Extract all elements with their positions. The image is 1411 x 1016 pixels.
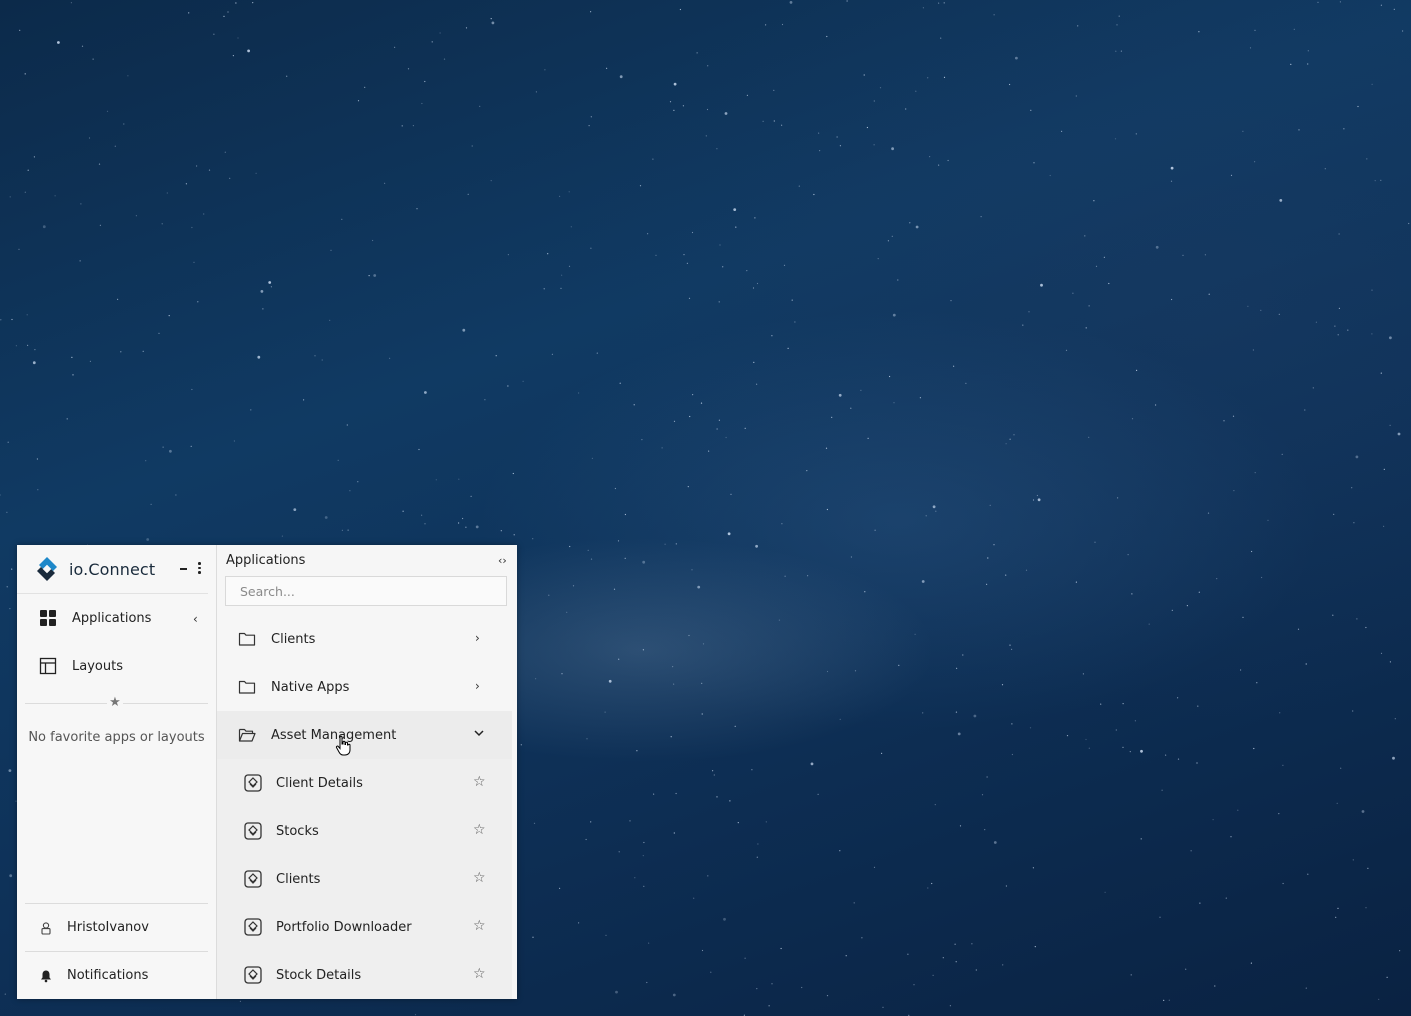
left-sidebar: io.Connect Applications ‹ Layouts ★ No f… <box>17 545 217 999</box>
io-connect-logo-icon <box>37 557 57 581</box>
folder-icon <box>238 632 256 646</box>
more-menu-button[interactable] <box>195 561 203 575</box>
chevron-down-icon <box>474 730 484 737</box>
favorites-divider: ★ <box>25 690 208 718</box>
app-icon <box>244 774 262 792</box>
favorite-star-icon[interactable]: ☆ <box>473 966 486 982</box>
user-profile-button[interactable]: HristoIvanov <box>25 903 208 951</box>
chevron-right-icon: › <box>475 679 480 693</box>
app-stocks[interactable]: Stocks ☆ <box>217 807 512 855</box>
app-icon <box>244 966 262 984</box>
folder-open-icon <box>238 728 256 742</box>
nav-layouts[interactable]: Layouts <box>17 642 216 690</box>
folder-label: Native Apps <box>271 679 350 695</box>
app-icon <box>244 870 262 888</box>
app-label: Stock Details <box>276 967 362 983</box>
applications-panel: Applications ‹› Clients › Native Apps › <box>217 545 517 999</box>
app-portfolio-downloader[interactable]: Portfolio Downloader ☆ <box>217 903 512 951</box>
chevron-right-icon: › <box>475 631 480 645</box>
minimize-button[interactable] <box>179 562 189 574</box>
user-icon <box>41 921 51 935</box>
panel-title: Applications <box>226 553 306 568</box>
grid-icon <box>40 610 56 626</box>
app-label: Client Details <box>276 775 363 791</box>
brand-name: io.Connect <box>69 559 156 579</box>
launcher-window: io.Connect Applications ‹ Layouts ★ No f… <box>17 545 517 999</box>
app-label: Clients <box>276 871 321 887</box>
nav-layouts-label: Layouts <box>72 658 123 674</box>
search-input[interactable] <box>225 576 507 606</box>
folder-label: Asset Management <box>271 727 397 743</box>
layout-icon <box>39 657 57 675</box>
app-icon <box>244 822 262 840</box>
folder-asset-management[interactable]: Asset Management <box>217 711 512 759</box>
favorite-star-icon[interactable]: ☆ <box>473 870 486 886</box>
app-clients[interactable]: Clients ☆ <box>217 855 512 903</box>
app-label: Portfolio Downloader <box>276 919 412 935</box>
notifications-label: Notifications <box>67 968 149 983</box>
folder-label: Clients <box>271 631 316 647</box>
sidebar-footer: HristoIvanov Notifications <box>17 903 216 999</box>
user-name: HristoIvanov <box>67 920 149 935</box>
folder-icon <box>238 680 256 694</box>
applications-list: Clients › Native Apps › Asset Management <box>217 615 512 999</box>
favorite-star-icon[interactable]: ☆ <box>473 822 486 838</box>
collapse-panel-icon[interactable]: ‹› <box>498 554 507 567</box>
nav-applications-label: Applications <box>72 610 152 626</box>
nav-applications[interactable]: Applications ‹ <box>17 594 216 642</box>
notifications-button[interactable]: Notifications <box>25 951 208 999</box>
favorite-star-icon[interactable]: ☆ <box>473 918 486 934</box>
favorites-star-icon: ★ <box>107 694 123 712</box>
app-stock-details[interactable]: Stock Details ☆ <box>217 951 512 999</box>
app-client-details[interactable]: Client Details ☆ <box>217 759 512 807</box>
app-label: Stocks <box>276 823 319 839</box>
favorites-empty-message: No favorite apps or layouts <box>28 730 205 745</box>
folder-clients[interactable]: Clients › <box>217 615 512 663</box>
folder-native-apps[interactable]: Native Apps › <box>217 663 512 711</box>
hand-pointer-cursor-icon <box>335 735 351 756</box>
app-icon <box>244 918 262 936</box>
chevron-left-icon: ‹ <box>193 612 198 626</box>
list-scrollbar[interactable] <box>512 615 517 999</box>
favorite-star-icon[interactable]: ☆ <box>473 774 486 790</box>
bell-icon <box>41 970 51 982</box>
brand-header: io.Connect <box>17 545 208 594</box>
